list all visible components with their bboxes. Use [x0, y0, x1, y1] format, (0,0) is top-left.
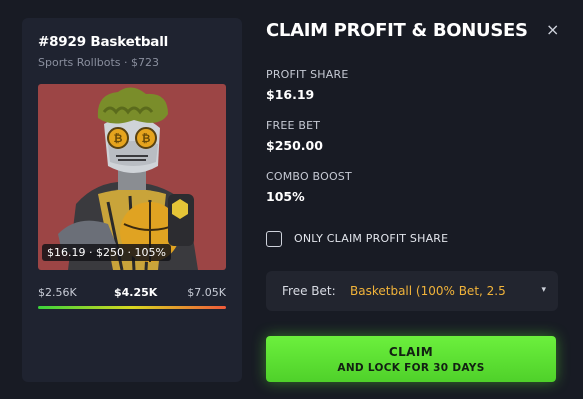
claim-button-label: CLAIM — [388, 345, 434, 359]
nft-card: #8929 Basketball Sports Rollbots · $723 … — [22, 18, 242, 382]
free-bet-value: $250.00 — [266, 138, 323, 153]
combo-boost-value: 105% — [266, 189, 305, 204]
claim-button[interactable]: CLAIM AND LOCK FOR 30 DAYS — [266, 336, 556, 382]
claim-button-sublabel: AND LOCK FOR 30 DAYS — [337, 362, 485, 374]
profit-share-label: PROFIT SHARE — [266, 68, 349, 81]
nft-stats-badge: $16.19 · $250 · 105% — [42, 244, 171, 261]
claim-dialog: CLAIM PROFIT & BONUSES × PROFIT SHARE $1… — [266, 0, 566, 399]
value-scale: $2.56K $4.25K $7.05K — [38, 286, 226, 300]
free-bet-label: FREE BET — [266, 119, 321, 132]
profit-share-value: $16.19 — [266, 87, 315, 102]
only-profit-share-label[interactable]: ONLY CLAIM PROFIT SHARE — [294, 232, 448, 245]
combo-boost-label: COMBO BOOST — [266, 170, 352, 183]
close-icon[interactable]: × — [546, 20, 559, 39]
dialog-title: CLAIM PROFIT & BONUSES — [266, 20, 528, 41]
chevron-down-icon[interactable]: ▾ — [541, 285, 546, 295]
nft-image: ₿ ₿ $16.19 · $250 · 105% — [38, 84, 226, 270]
scale-high-value: $7.05K — [187, 286, 226, 299]
free-bet-select-label: Free Bet: — [282, 284, 336, 298]
free-bet-select[interactable]: Free Bet: Basketball (100% Bet, 2.5 ▾ — [266, 271, 558, 311]
svg-text:₿: ₿ — [114, 132, 123, 145]
free-bet-select-value[interactable]: Basketball (100% Bet, 2.5 — [350, 284, 510, 298]
robot-illustration: ₿ ₿ — [58, 87, 198, 270]
scale-low-value: $2.56K — [38, 286, 77, 299]
value-gradient-bar — [38, 306, 226, 309]
scale-mid-value: $4.25K — [114, 286, 158, 299]
nft-subtitle: Sports Rollbots · $723 — [38, 56, 159, 69]
only-profit-share-checkbox[interactable] — [266, 231, 282, 247]
svg-text:₿: ₿ — [142, 132, 151, 145]
nft-title: #8929 Basketball — [38, 34, 169, 50]
